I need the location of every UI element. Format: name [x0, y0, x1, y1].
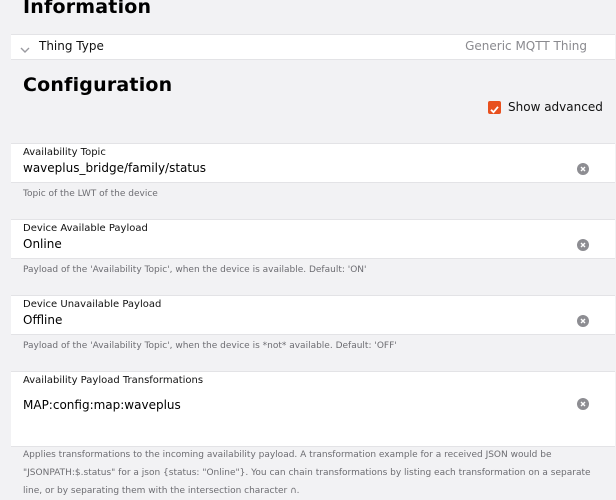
- show-advanced-label[interactable]: Show advanced: [508, 100, 603, 114]
- thing-type-label: Thing Type: [39, 39, 104, 53]
- field-hint: Applies transformations to the incoming …: [23, 450, 591, 496]
- field-hint: Payload of the 'Availability Topic', whe…: [23, 341, 397, 351]
- field-hint: Payload of the 'Availability Topic', whe…: [23, 265, 367, 275]
- clear-icon[interactable]: [577, 315, 589, 327]
- field-label: Device Unavailable Payload: [23, 299, 162, 310]
- thing-type-row[interactable]: Thing Type Generic MQTT Thing: [11, 34, 615, 60]
- device-unavailable-payload-field: Device Unavailable Payload: [11, 295, 615, 335]
- device-available-payload-input[interactable]: [23, 237, 563, 251]
- field-hint: Topic of the LWT of the device: [23, 189, 158, 199]
- clear-icon[interactable]: [577, 239, 589, 251]
- show-advanced-checkbox[interactable]: [488, 101, 501, 114]
- field-label: Availability Payload Transformations: [23, 375, 204, 386]
- availability-payload-transformations-input[interactable]: [23, 398, 563, 412]
- field-label: Device Available Payload: [23, 223, 148, 234]
- configuration-heading: Configuration: [23, 74, 173, 96]
- clear-icon[interactable]: [577, 398, 589, 410]
- clear-icon[interactable]: [577, 163, 589, 175]
- device-unavailable-payload-input[interactable]: [23, 313, 563, 327]
- availability-topic-field: Availability Topic: [11, 143, 615, 183]
- field-label: Availability Topic: [23, 147, 106, 158]
- chevron-down-icon: [20, 40, 30, 53]
- thing-type-value: Generic MQTT Thing: [465, 39, 587, 53]
- information-heading: Information: [23, 0, 152, 18]
- availability-payload-transformations-field: Availability Payload Transformations: [11, 371, 615, 447]
- device-available-payload-field: Device Available Payload: [11, 219, 615, 259]
- check-icon: [490, 106, 499, 114]
- availability-topic-input[interactable]: [23, 161, 563, 175]
